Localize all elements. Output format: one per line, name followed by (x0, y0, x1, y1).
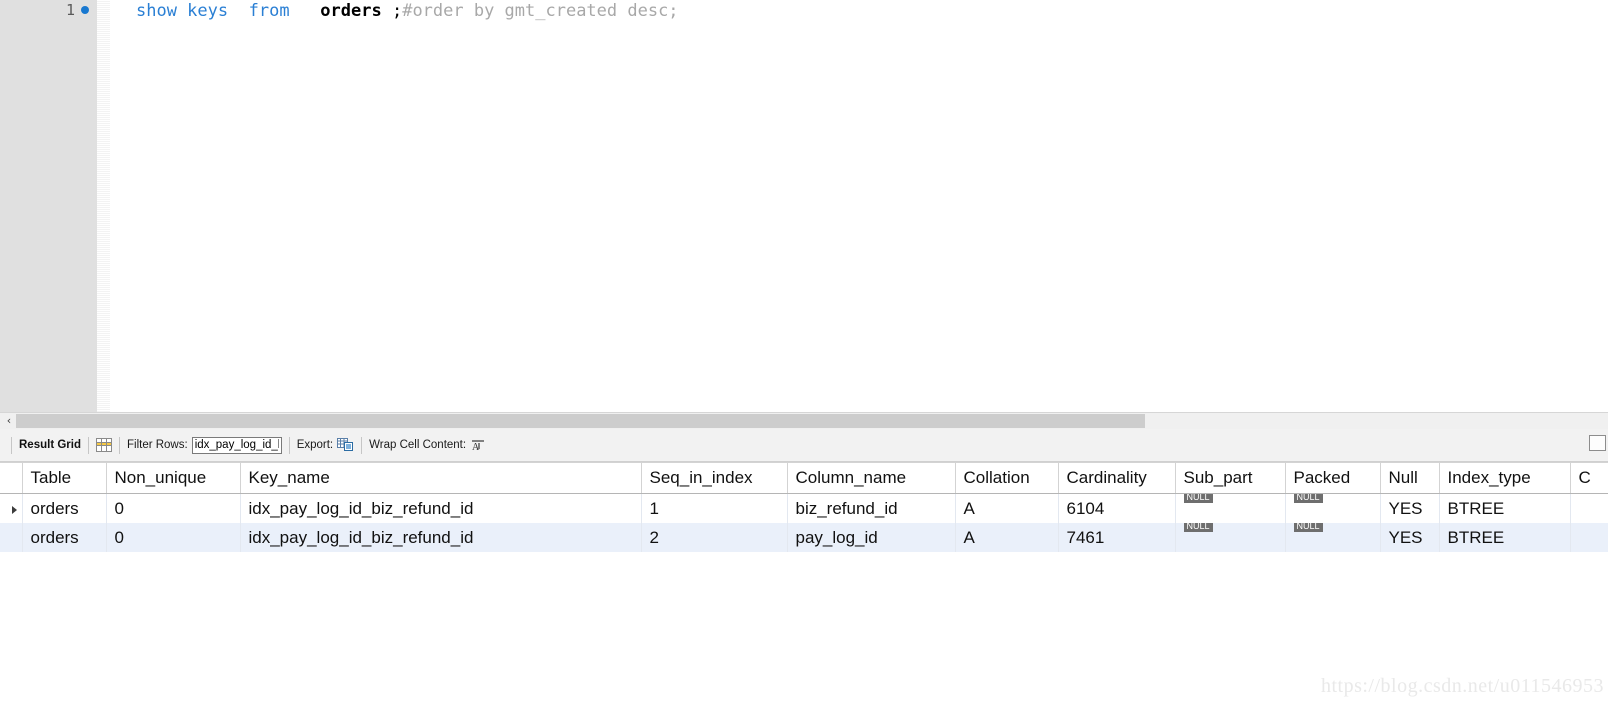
result-grid-label: Result Grid (19, 439, 81, 451)
cell-non_unique[interactable]: 0 (106, 523, 241, 552)
export-label: Export: (296, 439, 334, 451)
result-grid[interactable]: Table Non_unique Key_name Seq_in_index Colum… (0, 462, 1608, 552)
filter-rows-label: Filter Rows: (126, 439, 188, 451)
sql-comment: #order by gmt_created desc; (402, 1, 679, 21)
cell-key_name[interactable]: idx_pay_log_id_biz_refund_id (240, 493, 642, 523)
toolbar-divider (11, 436, 12, 454)
column-header-packed[interactable]: Packed (1285, 462, 1381, 494)
cell-packed[interactable]: NULL (1285, 493, 1381, 523)
cell-comment[interactable] (1570, 523, 1608, 552)
column-header-column_name[interactable]: Column_name (787, 462, 956, 494)
table-header-row: Table Non_unique Key_name Seq_in_index Colum… (0, 462, 1608, 494)
cell-seq_in_index[interactable]: 2 (641, 523, 788, 552)
column-header-null[interactable]: Null (1380, 462, 1440, 494)
table-row[interactable]: orders 0 idx_pay_log_id_biz_refund_id 1 biz_… (0, 493, 1608, 523)
scroll-left-arrow-icon[interactable]: ‹ (2, 413, 16, 429)
filter-rows-input[interactable] (191, 436, 282, 454)
statement-marker-dot-icon[interactable] (81, 6, 89, 14)
editor-line-number-gutter: 1 (0, 0, 98, 412)
table-row[interactable]: orders 0 idx_pay_log_id_biz_refund_id 2 pay_… (0, 523, 1608, 552)
cell-cardinality[interactable]: 7461 (1058, 523, 1176, 552)
row-selector-cell[interactable] (0, 493, 23, 523)
null-badge: NULL (1183, 493, 1213, 503)
toolbar-divider (87, 436, 89, 454)
current-row-arrow-icon (12, 505, 18, 514)
scrollbar-thumb[interactable] (16, 414, 1145, 428)
sql-semicolon: ; (391, 1, 403, 21)
grid-icon[interactable] (95, 438, 112, 452)
export-icon[interactable] (337, 438, 354, 452)
editor-gutter-separator (97, 0, 110, 412)
cell-index_type[interactable]: BTREE (1439, 493, 1571, 523)
line-number-1: 1 (65, 1, 75, 19)
sql-keyword-from: from (248, 1, 290, 21)
cell-null[interactable]: YES (1380, 523, 1440, 552)
export-icon-svg (337, 438, 354, 451)
column-header-cardinality[interactable]: Cardinality (1058, 462, 1176, 494)
wrap-cell-icon[interactable]: A (471, 439, 485, 453)
wrap-cell-icon-svg: A (472, 439, 485, 453)
cell-column_name[interactable]: pay_log_id (787, 523, 956, 552)
column-header-collation[interactable]: Collation (955, 462, 1059, 494)
cell-comment[interactable] (1570, 493, 1608, 523)
null-badge: NULL (1293, 493, 1323, 503)
sql-space-2 (290, 1, 321, 21)
editor-horizontal-scrollbar[interactable]: ‹ (0, 412, 1608, 429)
cell-table[interactable]: orders (22, 523, 107, 552)
null-badge: NULL (1293, 523, 1323, 532)
column-header-sub_part[interactable]: Sub_part (1175, 462, 1286, 494)
column-header-non_unique[interactable]: Non_unique (106, 462, 241, 494)
cell-null[interactable]: YES (1380, 493, 1440, 523)
cell-table[interactable]: orders (22, 493, 107, 523)
result-grid-toolbar: Result Grid Filter Rows: Export: Wrap Ce… (0, 429, 1608, 462)
cell-seq_in_index[interactable]: 1 (641, 493, 788, 523)
cell-packed[interactable]: NULL (1285, 523, 1381, 552)
cell-cardinality[interactable]: 6104 (1058, 493, 1176, 523)
sql-table-name: orders (320, 1, 382, 21)
sql-code-text[interactable]: show keys from orders ;#order by gmt_cre… (110, 0, 1608, 412)
cell-sub_part[interactable]: NULL (1175, 523, 1286, 552)
sql-space-1 (228, 1, 248, 21)
toolbar-divider (361, 436, 363, 454)
column-header-table[interactable]: Table (22, 462, 107, 494)
sql-keyword-show-keys: show keys (136, 1, 229, 21)
result-table: Table Non_unique Key_name Seq_in_index Colum… (0, 462, 1608, 552)
cell-non_unique[interactable]: 0 (106, 493, 241, 523)
toolbar-overflow-button[interactable] (1589, 435, 1606, 451)
cell-index_type[interactable]: BTREE (1439, 523, 1571, 552)
cell-collation[interactable]: A (955, 493, 1059, 523)
row-selector-cell[interactable] (0, 523, 23, 552)
cell-collation[interactable]: A (955, 523, 1059, 552)
toolbar-divider (118, 436, 120, 454)
column-header-seq_in_index[interactable]: Seq_in_index (641, 462, 788, 494)
watermark-text: https://blog.csdn.net/u011546953 (1320, 675, 1604, 697)
sql-editor-area[interactable]: 1 show keys from orders ;#order by gmt_c… (0, 0, 1608, 412)
cell-column_name[interactable]: biz_refund_id (787, 493, 956, 523)
sql-space-3 (382, 1, 392, 21)
column-header-key_name[interactable]: Key_name (240, 462, 642, 494)
null-badge: NULL (1183, 523, 1213, 532)
toolbar-divider (288, 436, 290, 454)
cell-sub_part[interactable]: NULL (1175, 493, 1286, 523)
row-marker-header[interactable] (0, 462, 23, 494)
wrap-cell-content-label: Wrap Cell Content: (369, 439, 467, 451)
cell-key_name[interactable]: idx_pay_log_id_biz_refund_id (240, 523, 642, 552)
column-header-comment[interactable]: C (1570, 462, 1608, 494)
column-header-index_type[interactable]: Index_type (1439, 462, 1571, 494)
